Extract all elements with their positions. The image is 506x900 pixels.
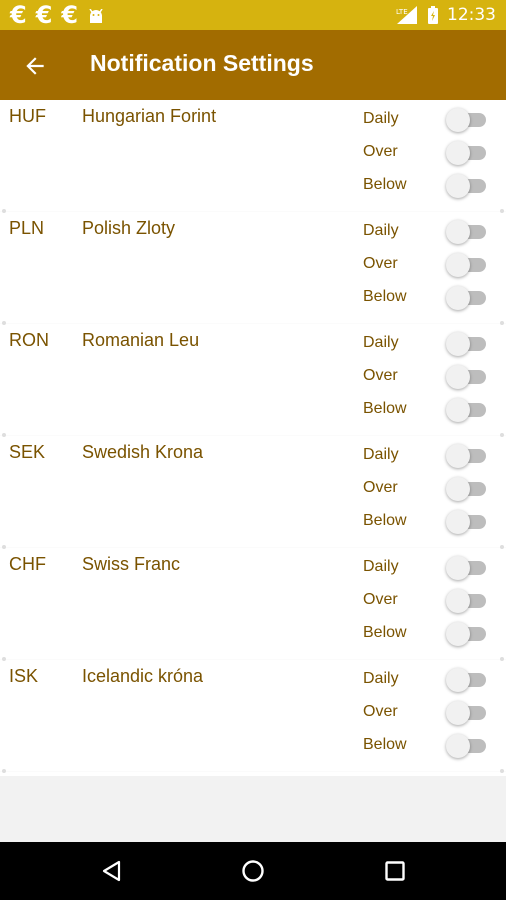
euro-icon: €	[10, 1, 27, 29]
toggle-huf-over[interactable]	[446, 141, 486, 165]
option-label-below: Below	[363, 176, 407, 193]
toggle-isk-below[interactable]	[446, 734, 486, 758]
nav-home-icon[interactable]	[241, 859, 265, 883]
option-label-below: Below	[363, 400, 407, 417]
page-title: Notification Settings	[90, 50, 314, 76]
toggle-isk-over[interactable]	[446, 701, 486, 725]
toggle-huf-below[interactable]	[446, 174, 486, 198]
switch-thumb	[446, 398, 470, 422]
toggle-huf-daily[interactable]	[446, 108, 486, 132]
toggle-chf-below[interactable]	[446, 622, 486, 646]
toggle-sek-over[interactable]	[446, 477, 486, 501]
divider-dot	[2, 769, 6, 773]
toggle-chf-daily[interactable]	[446, 556, 486, 580]
option-label-below: Below	[363, 736, 407, 753]
nav-recents-icon[interactable]	[383, 859, 407, 883]
divider-dot	[500, 769, 504, 773]
option-label-below: Below	[363, 288, 407, 305]
toggle-sek-daily[interactable]	[446, 444, 486, 468]
euro-icon: €	[35, 1, 53, 29]
currency-code: PLN	[9, 218, 45, 238]
switch-thumb	[446, 286, 470, 310]
option-label-over: Over	[363, 703, 398, 720]
toggle-chf-over[interactable]	[446, 589, 486, 613]
switch-thumb	[446, 444, 470, 468]
nav-back-icon[interactable]	[100, 859, 124, 883]
svg-text:LTE: LTE	[396, 8, 408, 16]
option-label-daily: Daily	[363, 334, 399, 351]
option-label-daily: Daily	[363, 558, 399, 575]
battery-icon	[428, 6, 438, 24]
currency-name: Icelandic króna	[82, 666, 204, 686]
switch-thumb	[446, 701, 470, 725]
currency-code: HUF	[9, 106, 46, 126]
option-label-below: Below	[363, 512, 407, 529]
toggle-sek-below[interactable]	[446, 510, 486, 534]
switch-thumb	[446, 589, 470, 613]
signal-icon: LTE	[396, 6, 417, 24]
option-label-daily: Daily	[363, 222, 399, 239]
currency-row-chf: CHF Swiss Franc Daily Over Below	[0, 548, 506, 661]
currency-name: Swedish Krona	[82, 442, 204, 462]
switch-thumb	[446, 220, 470, 244]
switch-thumb	[446, 668, 470, 692]
row-divider	[0, 769, 506, 773]
toggle-pln-below[interactable]	[446, 286, 486, 310]
clock: 12:33	[447, 5, 496, 25]
currency-name: Swiss Franc	[82, 554, 181, 574]
option-label-daily: Daily	[363, 446, 399, 463]
currency-row-ron: RON Romanian Leu Daily Over Below	[0, 324, 506, 437]
switch-thumb	[446, 556, 470, 580]
currency-code: SEK	[9, 442, 46, 462]
option-label-over: Over	[363, 367, 398, 384]
toggle-pln-over[interactable]	[446, 253, 486, 277]
toggle-ron-over[interactable]	[446, 365, 486, 389]
option-label-below: Below	[363, 624, 407, 641]
option-label-over: Over	[363, 479, 398, 496]
option-label-daily: Daily	[363, 110, 399, 127]
currency-row-huf: HUF Hungarian Forint Daily Over Below	[0, 100, 506, 213]
switch-thumb	[446, 174, 470, 198]
switch-thumb	[446, 734, 470, 758]
toggle-ron-below[interactable]	[446, 398, 486, 422]
system-nav-bar	[0, 842, 506, 900]
status-bar: € € € LTE 12:33	[0, 0, 506, 30]
switch-thumb	[446, 622, 470, 646]
currency-code: CHF	[9, 554, 46, 574]
switch-thumb	[446, 365, 470, 389]
back-arrow-icon[interactable]	[22, 53, 48, 79]
currency-row-pln: PLN Polish Zloty Daily Over Below	[0, 212, 506, 325]
currency-row-isk: ISK Icelandic króna Daily Over Below	[0, 660, 506, 773]
toggle-pln-daily[interactable]	[446, 220, 486, 244]
euro-icon: €	[61, 1, 79, 29]
toggle-ron-daily[interactable]	[446, 332, 486, 356]
notification-icons: € € €	[10, 2, 105, 28]
currency-code: ISK	[9, 666, 39, 686]
android-icon	[89, 9, 103, 23]
option-label-over: Over	[363, 143, 398, 160]
option-label-daily: Daily	[363, 670, 399, 687]
option-label-over: Over	[363, 591, 398, 608]
currency-list[interactable]: HUF Hungarian Forint Daily Over Below PLN Poli…	[0, 100, 506, 776]
switch-thumb	[446, 510, 470, 534]
system-status: LTE 12:33	[395, 0, 496, 30]
switch-thumb	[446, 253, 470, 277]
option-label-over: Over	[363, 255, 398, 272]
switch-thumb	[446, 141, 470, 165]
currency-name: Romanian Leu	[82, 330, 200, 350]
currency-code: RON	[9, 330, 49, 350]
currency-name: Polish Zloty	[82, 218, 176, 238]
app-toolbar: Notification Settings	[0, 30, 506, 100]
currency-row-sek: SEK Swedish Krona Daily Over Below	[0, 436, 506, 549]
switch-thumb	[446, 108, 470, 132]
switch-thumb	[446, 477, 470, 501]
switch-thumb	[446, 332, 470, 356]
currency-name: Hungarian Forint	[82, 106, 217, 126]
toggle-isk-daily[interactable]	[446, 668, 486, 692]
